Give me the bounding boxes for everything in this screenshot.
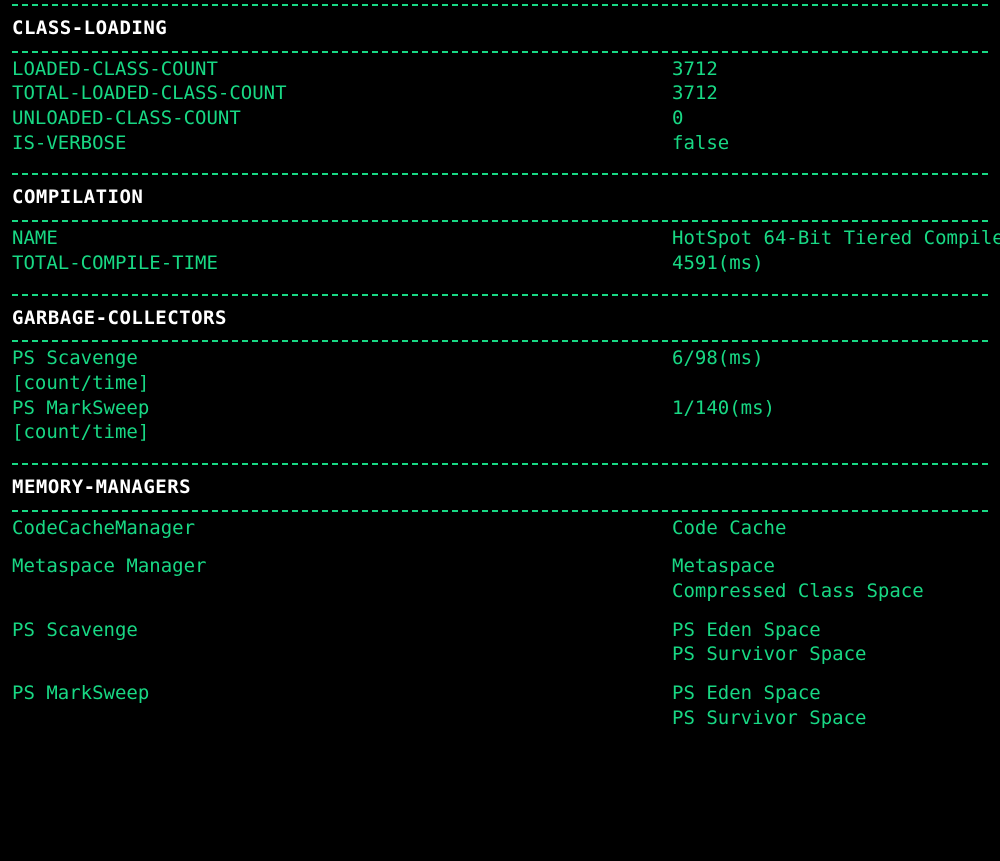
kv-val: Metaspace [672, 554, 988, 579]
kv-key: PS Scavenge [12, 618, 672, 643]
kv-key [12, 706, 672, 731]
divider [12, 220, 988, 222]
kv-row: [count/time] [12, 420, 988, 445]
divider [12, 510, 988, 512]
class-loading-rows: LOADED-CLASS-COUNT 3712 TOTAL-LOADED-CLA… [12, 57, 988, 156]
kv-row: CodeCacheManager Code Cache [12, 516, 988, 541]
section-title-mem-mgr: MEMORY-MANAGERS [12, 469, 988, 506]
kv-row: PS Scavenge 6/98(ms) [12, 346, 988, 371]
kv-val: 1/140(ms) [672, 396, 988, 421]
section-title-compilation: COMPILATION [12, 179, 988, 216]
kv-val [672, 420, 988, 445]
kv-key: TOTAL-COMPILE-TIME [12, 251, 672, 276]
kv-row: PS MarkSweep 1/140(ms) [12, 396, 988, 421]
kv-row: PS Survivor Space [12, 642, 988, 667]
kv-row: TOTAL-COMPILE-TIME 4591(ms) [12, 251, 988, 276]
kv-val: 6/98(ms) [672, 346, 988, 371]
kv-row: NAME HotSpot 64-Bit Tiered Compilers [12, 226, 988, 251]
kv-key [12, 642, 672, 667]
kv-val: PS Survivor Space [672, 706, 988, 731]
divider [12, 340, 988, 342]
kv-row: LOADED-CLASS-COUNT 3712 [12, 57, 988, 82]
kv-val: PS Eden Space [672, 618, 988, 643]
kv-val: PS Eden Space [672, 681, 988, 706]
section-title-gc: GARBAGE-COLLECTORS [12, 300, 988, 337]
kv-val: PS Survivor Space [672, 642, 988, 667]
kv-key [12, 579, 672, 604]
divider [12, 294, 988, 296]
kv-key: TOTAL-LOADED-CLASS-COUNT [12, 81, 672, 106]
kv-val: 3712 [672, 57, 988, 82]
kv-row: PS Survivor Space [12, 706, 988, 731]
kv-key: [count/time] [12, 420, 672, 445]
divider [12, 4, 988, 6]
kv-val: 0 [672, 106, 988, 131]
kv-row: Metaspace Manager Metaspace [12, 554, 988, 579]
kv-val [672, 371, 988, 396]
compilation-rows: NAME HotSpot 64-Bit Tiered Compilers TOT… [12, 226, 988, 275]
kv-key: UNLOADED-CLASS-COUNT [12, 106, 672, 131]
mem-mgr-rows: CodeCacheManager Code Cache Metaspace Ma… [12, 516, 988, 731]
kv-key: PS MarkSweep [12, 681, 672, 706]
kv-key: PS Scavenge [12, 346, 672, 371]
kv-row: IS-VERBOSE false [12, 131, 988, 156]
kv-row: PS Scavenge PS Eden Space [12, 618, 988, 643]
kv-key: NAME [12, 226, 672, 251]
kv-row: Compressed Class Space [12, 579, 988, 604]
divider [12, 51, 988, 53]
kv-val: Compressed Class Space [672, 579, 988, 604]
kv-key: Metaspace Manager [12, 554, 672, 579]
section-title-class-loading: CLASS-LOADING [12, 10, 988, 47]
kv-row: [count/time] [12, 371, 988, 396]
kv-row: UNLOADED-CLASS-COUNT 0 [12, 106, 988, 131]
jvm-report: CLASS-LOADING LOADED-CLASS-COUNT 3712 TO… [0, 4, 1000, 742]
divider [12, 173, 988, 175]
kv-val: false [672, 131, 988, 156]
kv-row: PS MarkSweep PS Eden Space [12, 681, 988, 706]
kv-key: CodeCacheManager [12, 516, 672, 541]
kv-val: 4591(ms) [672, 251, 988, 276]
kv-val: HotSpot 64-Bit Tiered Compilers [672, 226, 1000, 251]
kv-key: LOADED-CLASS-COUNT [12, 57, 672, 82]
kv-val: Code Cache [672, 516, 988, 541]
kv-val: 3712 [672, 81, 988, 106]
kv-key: [count/time] [12, 371, 672, 396]
divider [12, 463, 988, 465]
kv-key: IS-VERBOSE [12, 131, 672, 156]
kv-key: PS MarkSweep [12, 396, 672, 421]
gc-rows: PS Scavenge 6/98(ms) [count/time] PS Mar… [12, 346, 988, 445]
kv-row: TOTAL-LOADED-CLASS-COUNT 3712 [12, 81, 988, 106]
